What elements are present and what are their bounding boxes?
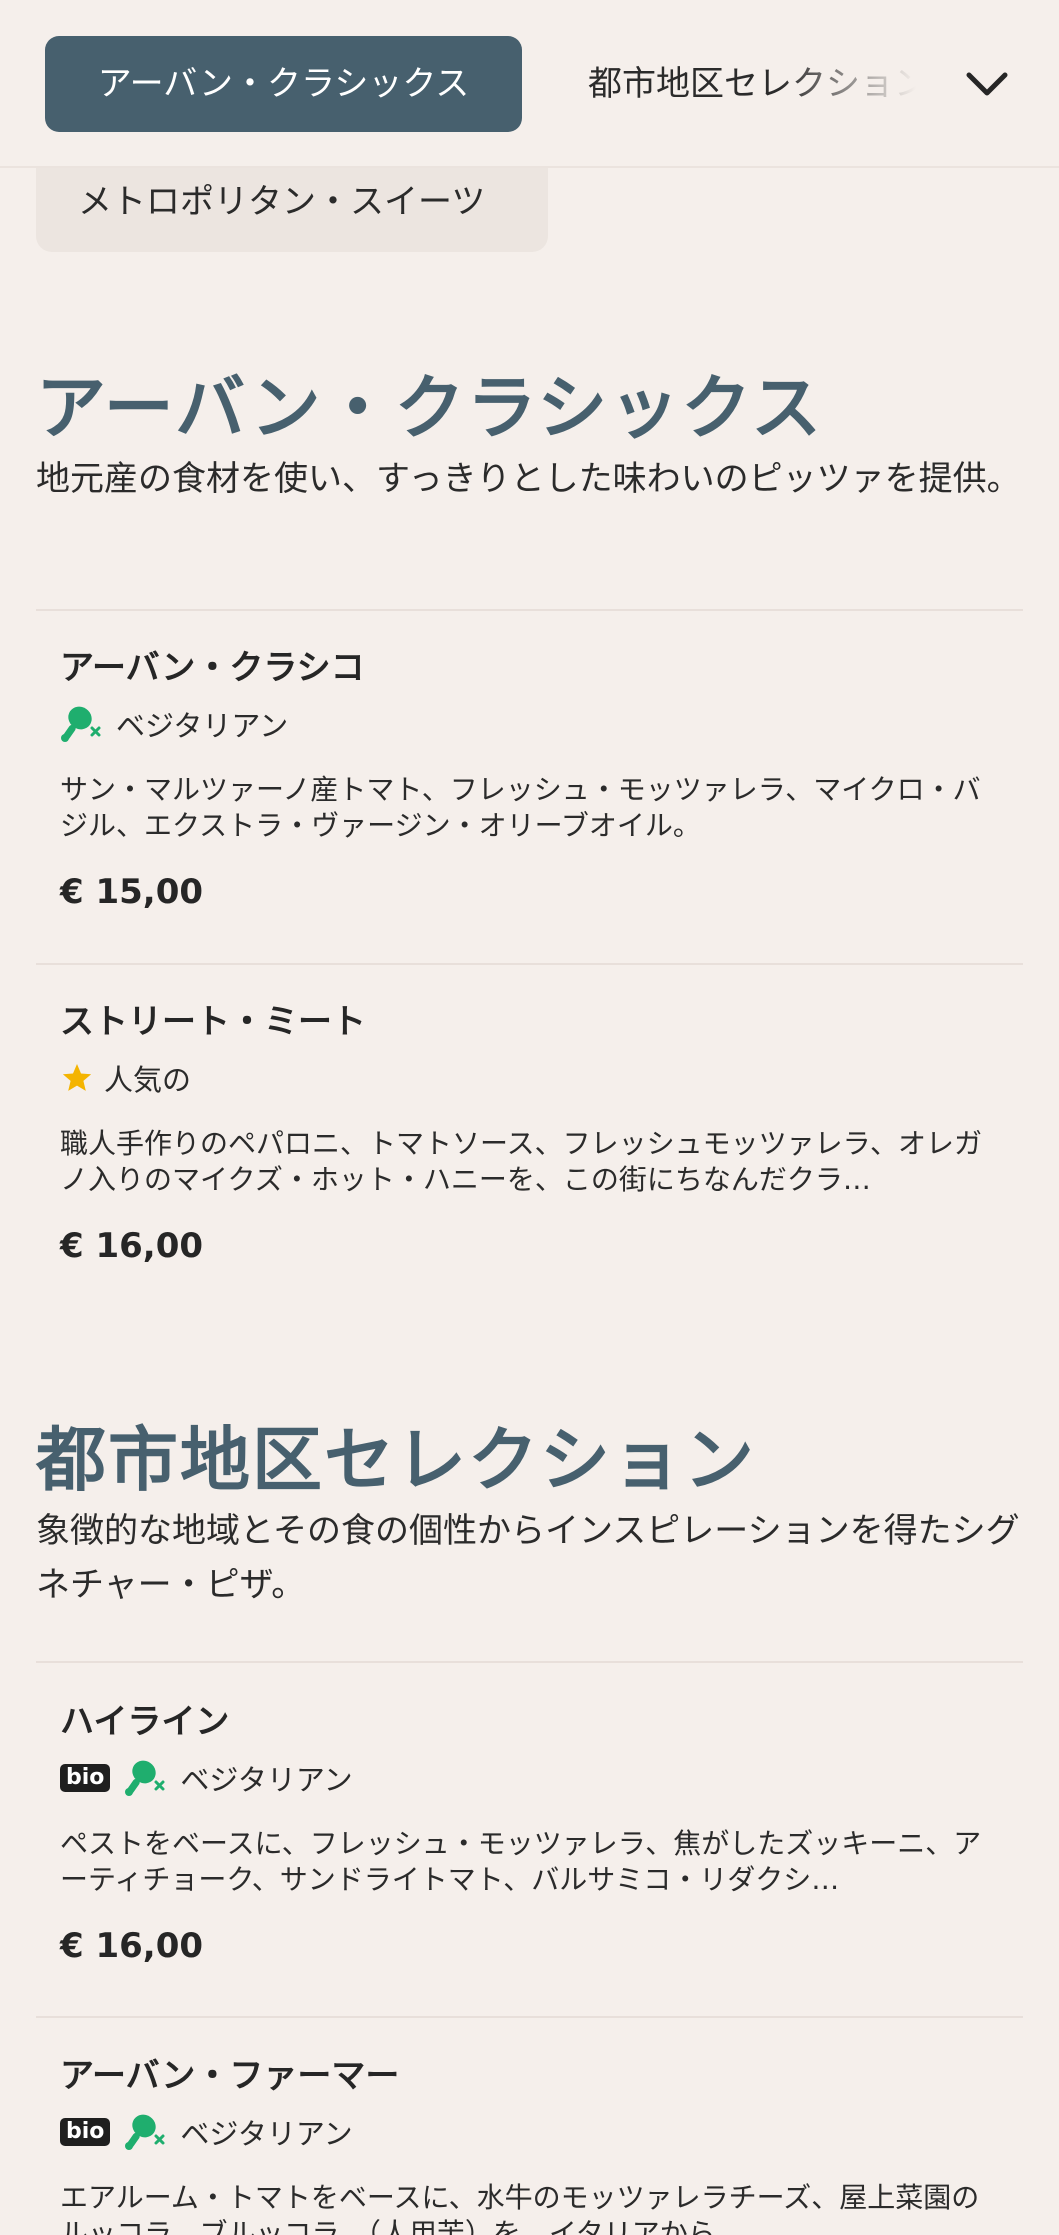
divider <box>36 2016 1023 2018</box>
divider <box>36 1661 1023 1663</box>
section-title: 都市地区セレクション <box>36 1419 756 1501</box>
tag-label: ベジタリアン <box>116 709 289 743</box>
item-description: 職人手作りのペパロニ、トマトソース、フレッシュモッツァレラ、オレガノ入りのマイク… <box>60 1127 983 1196</box>
item-name: アーバン・ファーマー <box>60 2056 400 2096</box>
item-price: € 16,00 <box>60 1926 204 1966</box>
item-name: ストリート・ミート <box>60 1002 366 1042</box>
item-price: € 15,00 <box>60 872 204 912</box>
tag-label: ベジタリアン <box>180 1763 353 1797</box>
menu-page: メトロポリタン・スイーツ アーバン・クラシックス 都市地区セレクション アーバン… <box>0 0 1059 2235</box>
section-description: 象徴的な地域とその食の個性からインスピレーションを得たシグネチャー・ピザ。 <box>36 1511 1020 1605</box>
category-tab-metropolitan-sweets[interactable]: メトロポリタン・スイーツ <box>36 166 548 252</box>
tag-label: ベジタリアン <box>180 2117 353 2151</box>
scroll-fade <box>780 40 940 130</box>
vegetarian-icon <box>60 704 102 744</box>
item-price: € 16,00 <box>60 1226 204 1266</box>
vegetarian-icon <box>124 2112 166 2152</box>
item-description: ペストをベースに、フレッシュ・モッツァレラ、焦がしたズッキーニ、アーティチョーク… <box>60 1827 982 1896</box>
section-title: アーバン・クラシックス <box>36 367 824 449</box>
section-description: 地元産の食材を使い、すっきりとした味わいのピッツァを提供。 <box>36 459 1021 499</box>
star-icon <box>60 1058 94 1098</box>
bio-badge: bio <box>60 1764 111 1792</box>
menu-item[interactable]: ハイライン bio ベジタリアン ペストをベースに、フレッシュ・モッツァレラ、焦… <box>60 1700 990 1968</box>
category-bar: アーバン・クラシックス 都市地区セレクション <box>0 0 1059 168</box>
item-name: ハイライン <box>60 1702 230 1742</box>
item-tags: bio ベジタリアン <box>60 2112 990 2152</box>
item-description: エアルーム・トマトをベースに、水牛のモッツァレラチーズ、屋上菜園のルッコラ、ブル… <box>60 2181 980 2235</box>
menu-item[interactable]: ストリート・ミート 人気の 職人手作りのペパロニ、トマトソース、フレッシュモッツ… <box>60 1000 990 1268</box>
divider <box>36 609 1023 611</box>
category-dropdown-button[interactable] <box>955 52 1019 116</box>
item-description: サン・マルツァーノ産トマト、フレッシュ・モッツァレラ、マイクロ・バジル、エクスト… <box>60 773 981 842</box>
bio-badge: bio <box>60 2118 111 2146</box>
item-tags: 人気の <box>60 1058 990 1098</box>
menu-item[interactable]: アーバン・クラシコ ベジタリアン サン・マルツァーノ産トマト、フレッシュ・モッツ… <box>60 646 990 914</box>
vegetarian-icon <box>124 1758 166 1798</box>
tag-label: 人気の <box>104 1063 192 1097</box>
category-tab-active[interactable]: アーバン・クラシックス <box>45 36 522 132</box>
item-name: アーバン・クラシコ <box>60 648 365 688</box>
divider <box>36 963 1023 965</box>
item-tags: ベジタリアン <box>60 704 990 744</box>
item-tags: bio ベジタリアン <box>60 1758 990 1798</box>
chevron-down-icon <box>966 72 1008 96</box>
menu-item[interactable]: アーバン・ファーマー bio ベジタリアン エアルーム・トマトをベースに、水牛の… <box>60 2054 990 2235</box>
